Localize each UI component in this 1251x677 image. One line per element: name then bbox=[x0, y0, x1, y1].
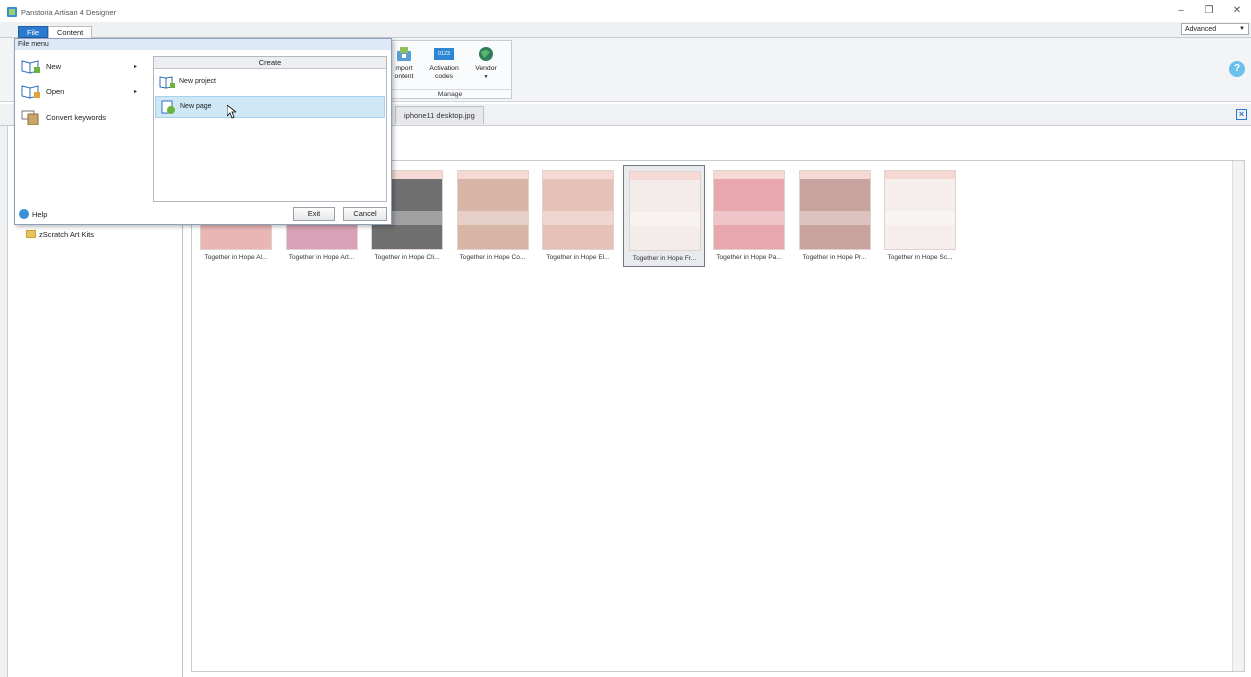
mode-dropdown[interactable]: Advanced ▼ bbox=[1181, 23, 1249, 35]
menu-item-open[interactable]: Open ▸ bbox=[19, 81, 149, 103]
menu-item-new-label: New bbox=[46, 62, 62, 71]
new-page-item[interactable]: New page bbox=[155, 96, 385, 118]
gallery-item-caption: Together in Hope Al... bbox=[204, 254, 268, 261]
minimize-button[interactable]: – bbox=[1170, 4, 1192, 18]
tab-document[interactable]: iphone11 desktop.jpg bbox=[395, 106, 484, 124]
gallery-item-caption: Together in Hope Sc... bbox=[887, 254, 953, 261]
file-menu: File menu New ▸ Open ▸ Convert keywords … bbox=[14, 38, 392, 225]
help-icon[interactable]: ? bbox=[1229, 61, 1245, 77]
new-project-label: New project bbox=[179, 78, 216, 85]
convert-keywords-icon bbox=[21, 110, 41, 126]
gallery-item-caption: Together in Hope Co... bbox=[459, 254, 526, 261]
menu-item-convert-keywords[interactable]: Convert keywords bbox=[19, 107, 149, 129]
thumbnail-image bbox=[713, 170, 785, 250]
chevron-down-icon: ▼ bbox=[1239, 26, 1245, 32]
file-menu-header: File menu bbox=[15, 39, 391, 50]
help-icon bbox=[19, 209, 29, 219]
gallery-item[interactable]: Together in Hope Pr... bbox=[794, 165, 876, 267]
mode-dropdown-value: Advanced bbox=[1185, 26, 1217, 33]
title-bar bbox=[0, 0, 1251, 22]
gallery-scrollbar[interactable] bbox=[1232, 161, 1244, 671]
thumbnail-image bbox=[628, 171, 701, 251]
new-page-icon bbox=[160, 100, 176, 114]
gallery-item-caption: Together in Hope Art... bbox=[288, 254, 355, 261]
import-icon bbox=[395, 46, 413, 62]
mouse-cursor-icon bbox=[227, 105, 236, 119]
gallery-item[interactable]: Together in Hope Sc... bbox=[879, 165, 961, 267]
vendor-button[interactable]: Vendor ▼ bbox=[466, 46, 506, 81]
restore-button[interactable]: ❐ bbox=[1198, 4, 1220, 18]
create-header: Create bbox=[154, 57, 386, 69]
manage-group-label: Manage bbox=[388, 89, 512, 98]
menu-help-label: Help bbox=[32, 210, 48, 219]
ribbon-tab-bar bbox=[0, 22, 1251, 38]
gallery-item-caption: Together in Hope Pr... bbox=[802, 254, 867, 261]
activation-codes-icon: 0123 bbox=[434, 48, 454, 60]
gallery-item[interactable]: Together in Hope Co... bbox=[452, 165, 534, 267]
gallery-item[interactable]: Together in Hope Fr... bbox=[622, 165, 705, 267]
gallery-item[interactable]: Together in Hope Pa... bbox=[708, 165, 790, 267]
globe-icon bbox=[477, 46, 495, 62]
gallery-item-caption: Together in Hope Fr... bbox=[632, 255, 697, 262]
new-page-label: New page bbox=[180, 103, 212, 110]
tree-item-label: zScratch Art Kits bbox=[39, 230, 95, 239]
activation-label-2: codes bbox=[434, 73, 454, 80]
menu-item-convert-label: Convert keywords bbox=[46, 113, 107, 122]
new-book-icon bbox=[21, 59, 41, 74]
window-title: Panstoria Artisan 4 Designer bbox=[21, 8, 117, 17]
vendor-arrow-icon: ▼ bbox=[483, 74, 489, 80]
tab-content[interactable]: Content bbox=[48, 26, 93, 38]
gallery-item-caption: Together in Hope Cli... bbox=[374, 254, 440, 261]
activation-label-1: Activation bbox=[429, 65, 459, 72]
left-edge-strip bbox=[0, 126, 8, 677]
close-window-button[interactable]: ✕ bbox=[1226, 4, 1248, 18]
vendor-label: Vendor bbox=[475, 65, 497, 72]
thumbnail-image bbox=[884, 170, 956, 250]
new-project-item[interactable]: New project bbox=[155, 72, 385, 94]
tab-file[interactable]: File bbox=[18, 26, 49, 38]
open-book-icon bbox=[21, 84, 41, 99]
thumbnail-image bbox=[542, 170, 614, 250]
gallery-item[interactable]: Together in Hope El... bbox=[537, 165, 619, 267]
tree-item-folder[interactable]: zScratch Art Kits bbox=[26, 230, 94, 239]
activation-badge: 0123 bbox=[437, 51, 451, 57]
gallery-item-caption: Together in Hope El... bbox=[546, 254, 610, 261]
submenu-arrow-icon: ▸ bbox=[134, 64, 138, 70]
thumbnail-image bbox=[456, 170, 529, 250]
new-project-icon bbox=[159, 75, 175, 89]
folder-icon bbox=[26, 230, 36, 238]
menu-item-new[interactable]: New ▸ bbox=[19, 56, 149, 78]
exit-button[interactable]: Exit bbox=[293, 207, 335, 221]
menu-item-open-label: Open bbox=[46, 87, 65, 96]
create-submenu: Create New project New page bbox=[153, 56, 387, 202]
activation-codes-button[interactable]: 0123 Activation codes bbox=[424, 46, 464, 81]
gallery-item-caption: Together in Hope Pa... bbox=[716, 254, 782, 261]
submenu-arrow-icon: ▸ bbox=[134, 89, 138, 95]
close-panel-icon[interactable]: × bbox=[1236, 109, 1247, 120]
app-logo-icon bbox=[7, 7, 17, 17]
menu-help-link[interactable]: Help bbox=[19, 209, 47, 219]
thumbnail-image bbox=[798, 170, 871, 250]
cancel-button[interactable]: Cancel bbox=[343, 207, 387, 221]
